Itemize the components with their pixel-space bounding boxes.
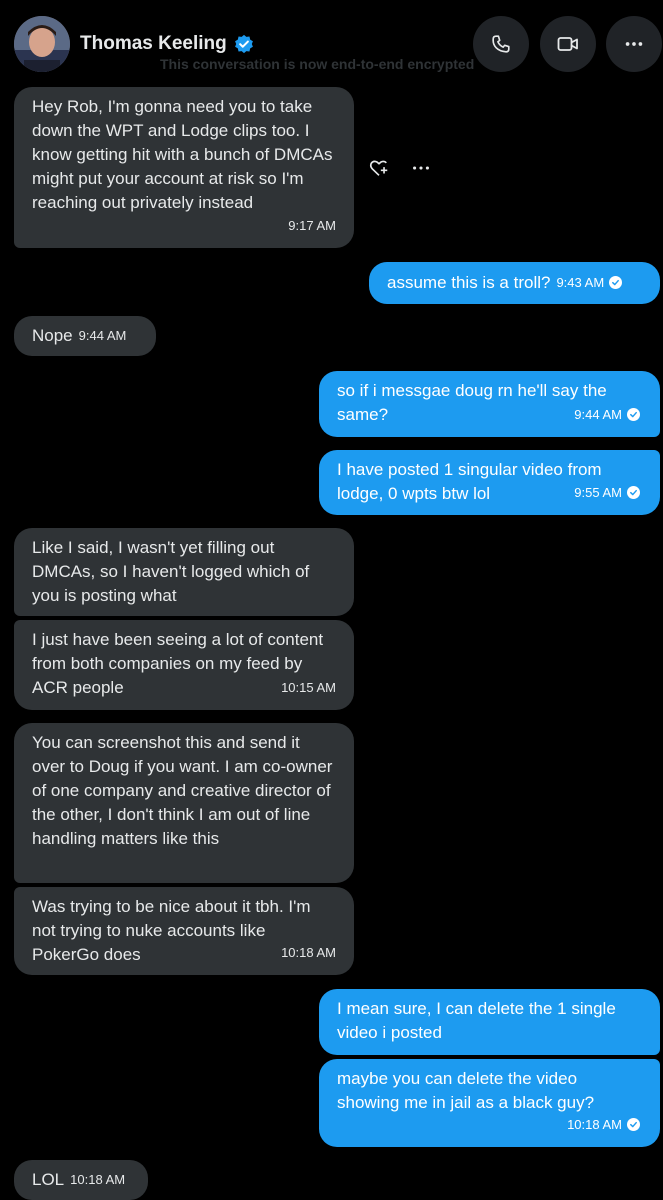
message-incoming[interactable]: Nope 9:44 AM: [14, 316, 156, 356]
more-icon: [625, 42, 643, 46]
contact-name[interactable]: Thomas Keeling: [80, 33, 227, 55]
message-outgoing[interactable]: so if i messgae doug rn he'll say the sa…: [319, 371, 660, 437]
message-time: 9:55 AM: [574, 481, 640, 505]
verified-badge-icon: [235, 34, 253, 54]
message-time: 9:43 AM: [556, 274, 605, 290]
message-incoming[interactable]: I just have been seeing a lot of content…: [14, 620, 354, 710]
call-button[interactable]: [473, 16, 529, 72]
message-text: Nope: [32, 326, 73, 345]
add-reaction-icon[interactable]: [368, 157, 390, 179]
message-time: 9:44 AM: [78, 327, 127, 343]
message-more-icon[interactable]: [410, 160, 432, 176]
more-options-button[interactable]: [606, 16, 662, 72]
message-outgoing[interactable]: I mean sure, I can delete the 1 single v…: [319, 989, 660, 1055]
message-incoming[interactable]: Hey Rob, I'm gonna need you to take down…: [14, 87, 354, 248]
read-receipt-icon: [627, 486, 640, 500]
message-outgoing[interactable]: assume this is a troll? 9:43 AM: [369, 262, 660, 304]
message-incoming[interactable]: Was trying to be nice about it tbh. I'm …: [14, 887, 354, 975]
message-text: I mean sure, I can delete the 1 single v…: [337, 999, 616, 1042]
message-text: maybe you can delete the video showing m…: [337, 1069, 595, 1112]
message-incoming[interactable]: Like I said, I wasn't yet filling out DM…: [14, 528, 354, 616]
message-text: LOL: [32, 1170, 65, 1189]
read-receipt-icon: [609, 276, 623, 290]
message-outgoing[interactable]: I have posted 1 singular video from lodg…: [319, 450, 660, 515]
message-incoming[interactable]: LOL 10:18 AM: [14, 1160, 148, 1200]
message-text: You can screenshot this and send it over…: [32, 733, 333, 848]
message-time: 9:44 AM: [574, 403, 640, 427]
message-time: 10:18 AM: [70, 1171, 126, 1187]
video-icon: [557, 37, 578, 51]
avatar[interactable]: [14, 16, 70, 72]
message-outgoing[interactable]: maybe you can delete the video showing m…: [319, 1059, 660, 1147]
message-time: 10:18 AM: [567, 1113, 640, 1137]
video-call-button[interactable]: [540, 16, 596, 72]
message-text: assume this is a troll?: [387, 273, 551, 292]
phone-icon: [492, 35, 510, 53]
conversation-header: Thomas Keeling This conversation is now …: [0, 0, 663, 90]
message-text: Hey Rob, I'm gonna need you to take down…: [32, 97, 333, 212]
message-time: 9:17 AM: [288, 218, 336, 233]
message-time: 10:18 AM: [281, 945, 336, 960]
message-time: 10:15 AM: [281, 680, 336, 695]
message-incoming[interactable]: You can screenshot this and send it over…: [14, 723, 354, 883]
read-receipt-icon: [627, 408, 640, 422]
read-receipt-icon: [627, 1118, 640, 1132]
message-text: Like I said, I wasn't yet filling out DM…: [32, 538, 310, 605]
encryption-notice: This conversation is now end-to-end encr…: [160, 56, 475, 72]
